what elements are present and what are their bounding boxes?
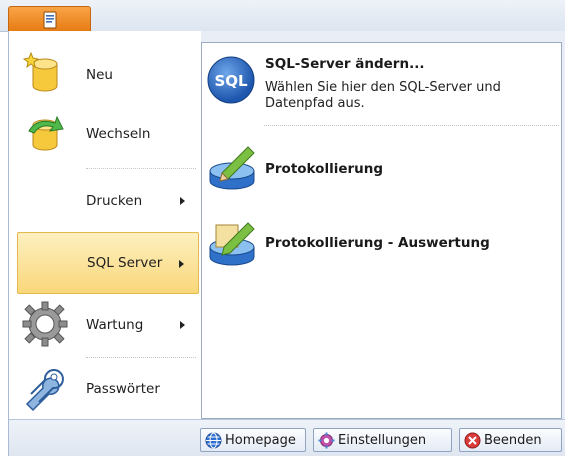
database-document-pencil-icon (209, 222, 255, 266)
switch-database-icon (28, 115, 64, 151)
left-menu: Neu Wechseln Drucken SQL Server Wartung … (9, 31, 201, 419)
submenu-item-title: Protokollierung (265, 161, 384, 177)
submenu-item-sql-server-aendern[interactable]: SQL SQL-Server ändern... Wählen Sie hier… (202, 47, 561, 129)
separator (264, 125, 559, 126)
submenu-arrow-icon (179, 260, 184, 268)
database-pencil-icon (209, 146, 255, 190)
gear-icon (22, 301, 68, 347)
menu-item-label: Drucken (86, 193, 143, 209)
keys-icon (25, 369, 64, 412)
exit-label: Beenden (484, 432, 542, 448)
menu-item-passwoerter[interactable]: Passwörter (17, 358, 199, 420)
submenu-item-protokollierung-auswertung[interactable]: Protokollierung - Auswertung (202, 209, 561, 285)
homepage-label: Homepage (225, 432, 296, 448)
svg-text:SQL: SQL (214, 72, 248, 90)
settings-gear-icon (318, 432, 335, 449)
settings-button[interactable]: Einstellungen (313, 428, 452, 452)
globe-icon (205, 432, 222, 449)
menu-item-label: Passwörter (86, 381, 160, 397)
menu-item-neu[interactable]: Neu (17, 44, 199, 106)
exit-button[interactable]: Beenden (459, 428, 562, 452)
settings-label: Einstellungen (338, 432, 427, 448)
document-icon (43, 11, 56, 28)
submenu-panel: SQL SQL-Server ändern... Wählen Sie hier… (201, 42, 562, 419)
menu-item-label: Neu (86, 67, 113, 83)
submenu-item-protokollierung[interactable]: Protokollierung (202, 135, 561, 205)
submenu-item-description: Wählen Sie hier den SQL-Server und Daten… (265, 80, 501, 111)
menu-item-sql-server[interactable]: SQL Server (17, 232, 199, 294)
submenu-arrow-icon (180, 321, 185, 329)
close-icon (464, 432, 481, 449)
homepage-button[interactable]: Homepage (200, 428, 306, 452)
submenu-arrow-icon (180, 197, 185, 205)
menu-item-label: SQL Server (87, 255, 163, 271)
menu-item-drucken[interactable]: Drucken (17, 170, 199, 232)
new-database-icon (22, 51, 58, 92)
submenu-item-title: SQL-Server ändern... (265, 56, 425, 72)
bottom-bar: Homepage Einstellungen Beenden (9, 419, 565, 456)
menu-item-wechseln[interactable]: Wechseln (17, 103, 199, 165)
app-menu-button[interactable] (8, 6, 91, 32)
menu-item-wartung[interactable]: Wartung (17, 294, 199, 356)
sql-icon: SQL (207, 56, 255, 104)
menu-item-label: Wartung (86, 317, 144, 333)
submenu-item-title: Protokollierung - Auswertung (265, 235, 490, 251)
menu-item-label: Wechseln (86, 126, 151, 142)
separator (86, 168, 196, 169)
